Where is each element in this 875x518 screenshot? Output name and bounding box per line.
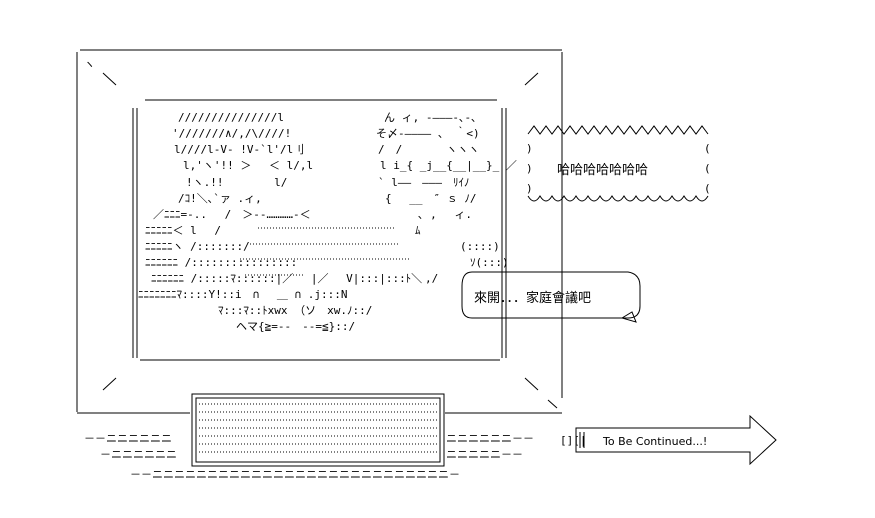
speech-bubble: 來開．．．家庭會議吧 bbox=[461, 271, 641, 323]
svg-text:l,'ヽ'!! ＞ ＜ l/,l: l,'ヽ'!! ＞ ＜ l/,l bbox=[183, 159, 313, 172]
svg-text:'///////∧/,/\////!: '///////∧/,/\////! bbox=[172, 127, 291, 140]
svg-text:l i_{ _j__{__|__}_ ／: l i_{ _j__{__|__}_ ／ bbox=[380, 159, 517, 172]
svg-text:!ヽ.!! l/: !ヽ.!! l/ bbox=[186, 176, 287, 189]
svg-text:／ﾆﾆﾆ=-.. / ＞--…………-＜: ／ﾆﾆﾆ=-.. / ＞--…………-＜ bbox=[153, 208, 311, 221]
svg-text:ﾆﾆﾆﾆﾆ＜ l /: ﾆﾆﾆﾆﾆ＜ l / bbox=[145, 224, 221, 237]
to-be-continued-arrow: [][| To Be Continued...! bbox=[560, 414, 777, 466]
svg-text:－－ニニニニニニニニニニニニニニニニニニニニニニニニニニニ－: －－ニニニニニニニニニニニニニニニニニニニニニニニニニニニ－ bbox=[130, 468, 460, 481]
character-right-art: ん ィ, -‒‒‒-､-､ そ〆-‒‒‒‒ 、 ｀<) / / ヽヽヽ l i_… bbox=[376, 111, 517, 285]
svg-text:ｿ(:::): ｿ(:::) bbox=[470, 256, 509, 269]
ascii-art-scene: ヽ ///////////////l '///////∧/,/\////! l/… bbox=[0, 0, 875, 514]
laugh-bubble: ) ) ) ( ( ( 哈哈哈哈哈哈哈 bbox=[526, 125, 711, 202]
svg-text:` l‒‒ ‒‒‒ ﾘｲﾉ: ` l‒‒ ‒‒‒ ﾘｲﾉ bbox=[378, 176, 469, 189]
svg-text:そ〆-‒‒‒‒ 、 ｀<): そ〆-‒‒‒‒ 、 ｀<) bbox=[376, 125, 480, 140]
character-right-mouth: ﾑ bbox=[415, 224, 421, 237]
svg-text:,/: ,/ bbox=[425, 272, 438, 285]
svg-text:ﾆﾆﾆﾆﾆﾆ /:::::ﾏ::::::|／ |／ V|: ﾆﾆﾆﾆﾆﾆ /:::::ﾏ::::::|／ |／ V|:::|:::ﾄ＼ bbox=[151, 272, 422, 285]
svg-text:ﾆﾆﾆﾆﾆﾆﾆﾏ::::Y!::i ∩ ＿ ∩ .j:::: ﾆﾆﾆﾆﾆﾆﾆﾏ::::Y!::i ∩ ＿ ∩ .j:::N bbox=[138, 288, 347, 301]
svg-text:): ) bbox=[526, 182, 533, 195]
svg-text:－ニニニニニニ: －ニニニニニニ bbox=[100, 448, 177, 461]
svg-text:(: ( bbox=[704, 182, 711, 195]
svg-text:[][|: [][| bbox=[560, 434, 587, 447]
svg-text:ヽ: ヽ bbox=[84, 58, 95, 71]
svg-text:ﾆﾆﾆﾆﾆヽ /:::::::/: ﾆﾆﾆﾆﾆヽ /:::::::/ bbox=[145, 240, 250, 253]
svg-text:ニニニニニニ－－: ニニニニニニ－－ bbox=[446, 432, 534, 445]
svg-text:): ) bbox=[526, 162, 533, 175]
svg-text:ﾏ:::ﾏ::ﾄxwx （ソ xw.ﾉ::/: ﾏ:::ﾏ::ﾄxwx （ソ xw.ﾉ::/ bbox=[218, 304, 372, 317]
speech-text: 來開．．．家庭會議吧 bbox=[474, 290, 591, 306]
svg-text:ﾆﾆﾆﾆﾆﾆ /::::::::::::::::: ﾆﾆﾆﾆﾆﾆ /:::::::::::::::: bbox=[145, 256, 297, 269]
svg-text:): ) bbox=[526, 142, 533, 155]
svg-text:ヘマ{≧=-- --=≦}::/: ヘマ{≧=-- --=≦}::/ bbox=[236, 320, 355, 333]
svg-text:､ , ィ.: ､ , ィ. bbox=[418, 208, 472, 221]
svg-text:(: ( bbox=[704, 162, 711, 175]
tv-stand: －－ニニニニニニ －ニニニニニニ －－ニニニニニニニニニニニニニニニニニニニニニ… bbox=[84, 393, 534, 481]
svg-text:(::::): (::::) bbox=[460, 240, 500, 253]
svg-text:ニニニニニ－－: ニニニニニ－－ bbox=[446, 448, 523, 461]
to-be-continued-text: To Be Continued...! bbox=[602, 435, 707, 448]
svg-text:///////////////l: ///////////////l bbox=[178, 111, 284, 124]
svg-text:ん ィ, -‒‒‒-､-､: ん ィ, -‒‒‒-､-､ bbox=[384, 111, 477, 124]
svg-text:{ __ ″ ｓ ﾉ/: { __ ″ ｓ ﾉ/ bbox=[385, 192, 476, 205]
svg-text:/ｺ!＼､`ァ .ィ,: /ｺ!＼､`ァ .ィ, bbox=[178, 192, 262, 205]
svg-text:/ / ヽヽヽ: / / ヽヽヽ bbox=[378, 143, 479, 156]
svg-text:(: ( bbox=[704, 142, 711, 155]
svg-text:－－ニニニニニニ: －－ニニニニニニ bbox=[84, 432, 172, 445]
laugh-text: 哈哈哈哈哈哈哈 bbox=[557, 163, 648, 178]
svg-text:l////l-V- !V-`l'/l刂: l////l-V- !V-`l'/l刂 bbox=[174, 143, 304, 156]
